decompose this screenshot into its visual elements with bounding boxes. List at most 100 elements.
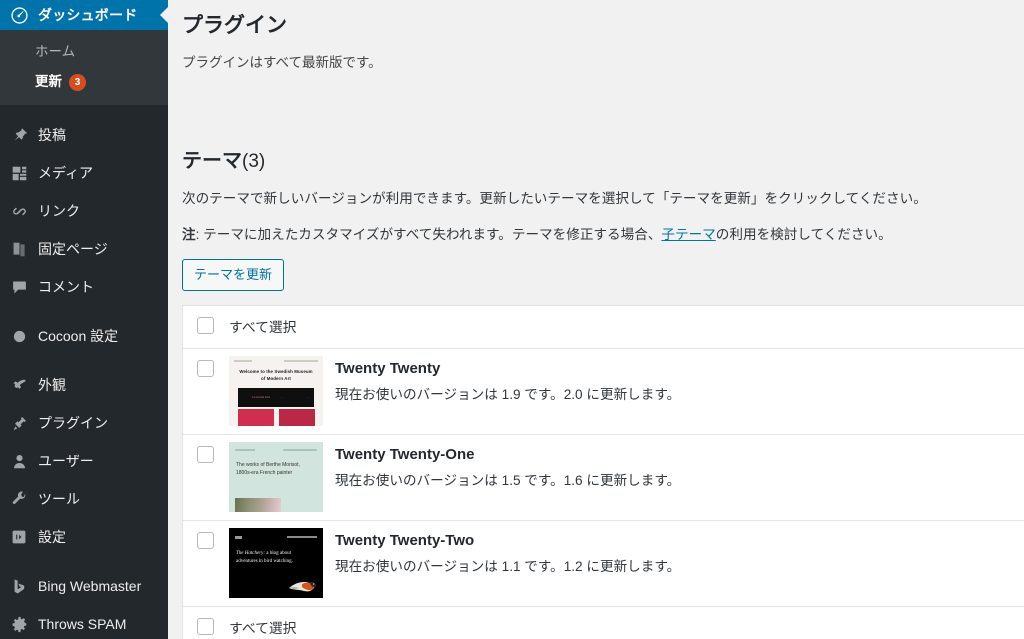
sidebar-item-settings[interactable]: 設定 xyxy=(0,518,168,556)
menu-separator-3 xyxy=(0,355,168,366)
theme-name: Twenty Twenty xyxy=(335,360,441,378)
sidebar-item-dashboard[interactable]: ダッシュボード xyxy=(0,0,168,30)
theme-name: Twenty Twenty-Two xyxy=(335,532,475,550)
sidebar-settings-label: 設定 xyxy=(38,529,66,545)
sidebar-media-label: メディア xyxy=(38,165,94,181)
select-all-label-top: すべて選択 xyxy=(229,320,297,336)
updates-count-badge: 3 xyxy=(69,74,86,91)
bing-icon xyxy=(9,576,29,596)
themes-count: (3) xyxy=(242,150,266,172)
pin-icon xyxy=(9,125,29,145)
thumb-headline: Welcome to the Swedish Museum of Modern … xyxy=(239,369,313,381)
menu-separator-4 xyxy=(0,556,168,567)
thumb-headline-em: The Hatchery: xyxy=(236,551,266,557)
submenu-home-label: ホーム xyxy=(35,44,76,59)
plugin-icon xyxy=(9,413,29,433)
sidebar-links-label: リンク xyxy=(38,203,80,219)
sidebar-cocoon-label: Cocoon 設定 xyxy=(38,328,119,344)
select-all-checkbox-bottom[interactable] xyxy=(197,618,214,636)
sidebar-item-comments[interactable]: コメント xyxy=(0,268,168,306)
select-all-label-bottom: すべて選択 xyxy=(229,621,297,637)
sidebar-posts-label: 投稿 xyxy=(38,127,66,143)
themes-description: 次のテーマで新しいバージョンが利用できます。更新したいテーマを選択して「テーマを… xyxy=(182,191,927,207)
sidebar-item-posts[interactable]: 投稿 xyxy=(0,116,168,154)
sidebar-plugins-label: プラグイン xyxy=(38,415,108,431)
sidebar-bing-label: Bing Webmaster xyxy=(38,578,142,594)
admin-screen: ダッシュボード ホーム 更新 3 投稿 メディア リンク 固定ページ コメント … xyxy=(0,0,1024,639)
dashboard-submenu: ホーム 更新 3 xyxy=(0,30,168,105)
submenu-updates-label: 更新 xyxy=(35,74,62,89)
theme-thumbnail-cell: The works of Berthe Morisot, 1800s-era F… xyxy=(229,435,329,520)
themes-table: すべて選択 Welcome to the Swedish Museum of M… xyxy=(182,305,1024,639)
section-title-themes: テーマ(3) xyxy=(182,148,1004,175)
dashboard-icon xyxy=(9,5,29,25)
theme-info-cell: Twenty Twenty-Two 現在お使いのバージョンは 1.1 です。1.… xyxy=(329,521,1024,588)
plugins-uptodate-note: プラグインはすべて最新版です。 xyxy=(182,55,382,71)
sidebar-item-tools[interactable]: ツール xyxy=(0,480,168,518)
sidebar-tools-label: ツール xyxy=(38,491,80,507)
warning-text-1: : テーマに加えたカスタマイズがすべて失われます。テーマを修正する場合、 xyxy=(195,227,662,243)
table-row: Welcome to the Swedish Museum of Modern … xyxy=(183,349,1024,436)
submenu-item-updates[interactable]: 更新 3 xyxy=(0,67,168,97)
settings-icon xyxy=(9,527,29,547)
theme-checkbox-twenty-twenty-one[interactable] xyxy=(197,446,214,464)
select-all-checkbox-cell-bottom xyxy=(183,607,229,636)
theme-name: Twenty Twenty-One xyxy=(335,446,475,464)
theme-version-text: 現在お使いのバージョンは 1.1 です。1.2 に更新します。 xyxy=(335,559,681,575)
table-row: The Hatchery: a blog about adventures in… xyxy=(183,521,1024,608)
select-all-row-top: すべて選択 xyxy=(183,306,1024,350)
sidebar-item-appearance[interactable]: 外観 xyxy=(0,366,168,404)
theme-info-cell: Twenty Twenty-One 現在お使いのバージョンは 1.5 です。1.… xyxy=(329,435,1024,502)
media-icon xyxy=(9,163,29,183)
child-theme-link[interactable]: 子テーマ xyxy=(661,227,715,242)
bird-illustration xyxy=(289,582,317,592)
appearance-icon xyxy=(9,375,29,395)
sidebar-throws-spam-label: Throws SPAM Away xyxy=(38,616,127,639)
active-pointer-arrow xyxy=(160,7,168,23)
theme-checkbox-twenty-twenty-two[interactable] xyxy=(197,532,214,550)
theme-checkbox-cell xyxy=(183,349,229,378)
circle-icon xyxy=(9,326,29,346)
themes-warning: 注: テーマに加えたカスタマイズがすべて失われます。テーマを修正する場合、子テー… xyxy=(182,224,1004,245)
sidebar-item-media[interactable]: メディア xyxy=(0,154,168,192)
sidebar-item-plugins[interactable]: プラグイン xyxy=(0,404,168,442)
admin-sidebar: ダッシュボード ホーム 更新 3 投稿 メディア リンク 固定ページ コメント … xyxy=(0,0,168,639)
pages-icon xyxy=(9,239,29,259)
themes-title-text: テーマ xyxy=(182,149,242,172)
table-row: The works of Berthe Morisot, 1800s-era F… xyxy=(183,435,1024,522)
sidebar-item-users[interactable]: ユーザー xyxy=(0,442,168,480)
sidebar-appearance-label: 外観 xyxy=(38,377,66,393)
theme-checkbox-cell xyxy=(183,435,229,464)
select-all-checkbox-cell-top xyxy=(183,306,229,335)
theme-thumbnail-cell: Welcome to the Swedish Museum of Modern … xyxy=(229,349,329,434)
theme-thumbnail-twenty-twenty-one: The works of Berthe Morisot, 1800s-era F… xyxy=(229,442,323,513)
sidebar-pages-label: 固定ページ xyxy=(38,241,108,257)
user-icon xyxy=(9,451,29,471)
menu-separator-1 xyxy=(0,105,168,116)
menu-separator-2 xyxy=(0,306,168,317)
tools-icon xyxy=(9,489,29,509)
sidebar-item-links[interactable]: リンク xyxy=(0,192,168,230)
sidebar-item-bing-webmaster[interactable]: Bing Webmaster xyxy=(0,567,168,605)
warning-prefix: 注 xyxy=(182,227,196,243)
select-all-row-bottom: すべて選択 xyxy=(183,607,1024,639)
theme-checkbox-twenty-twenty[interactable] xyxy=(197,360,214,378)
sidebar-users-label: ユーザー xyxy=(38,453,94,469)
thumb-headline: The works of Berthe Morisot, 1800s-era F… xyxy=(236,462,300,477)
main-content: プラグイン プラグインはすべて最新版です。 テーマ(3) 次のテーマで新しいバー… xyxy=(168,0,1024,639)
sidebar-comments-label: コメント xyxy=(38,279,94,295)
sidebar-dashboard-label: ダッシュボード xyxy=(38,7,138,23)
sidebar-item-cocoon-settings[interactable]: Cocoon 設定 xyxy=(0,317,168,355)
update-themes-button[interactable]: テーマを更新 xyxy=(182,259,285,292)
theme-checkbox-cell xyxy=(183,521,229,550)
theme-version-text: 現在お使いのバージョンは 1.9 です。2.0 に更新します。 xyxy=(335,387,681,403)
select-all-checkbox-top[interactable] xyxy=(197,317,214,335)
theme-thumbnail-twenty-twenty-two: The Hatchery: a blog about adventures in… xyxy=(229,528,323,599)
sidebar-item-throws-spam-away[interactable]: Throws SPAM Away xyxy=(0,605,168,639)
sidebar-item-pages[interactable]: 固定ページ xyxy=(0,230,168,268)
submenu-item-home[interactable]: ホーム xyxy=(0,37,168,67)
theme-thumbnail-cell: The Hatchery: a blog about adventures in… xyxy=(229,521,329,606)
link-icon xyxy=(9,201,29,221)
theme-version-text: 現在お使いのバージョンは 1.5 です。1.6 に更新します。 xyxy=(335,473,681,489)
theme-thumbnail-twenty-twenty: Welcome to the Swedish Museum of Modern … xyxy=(229,356,323,427)
